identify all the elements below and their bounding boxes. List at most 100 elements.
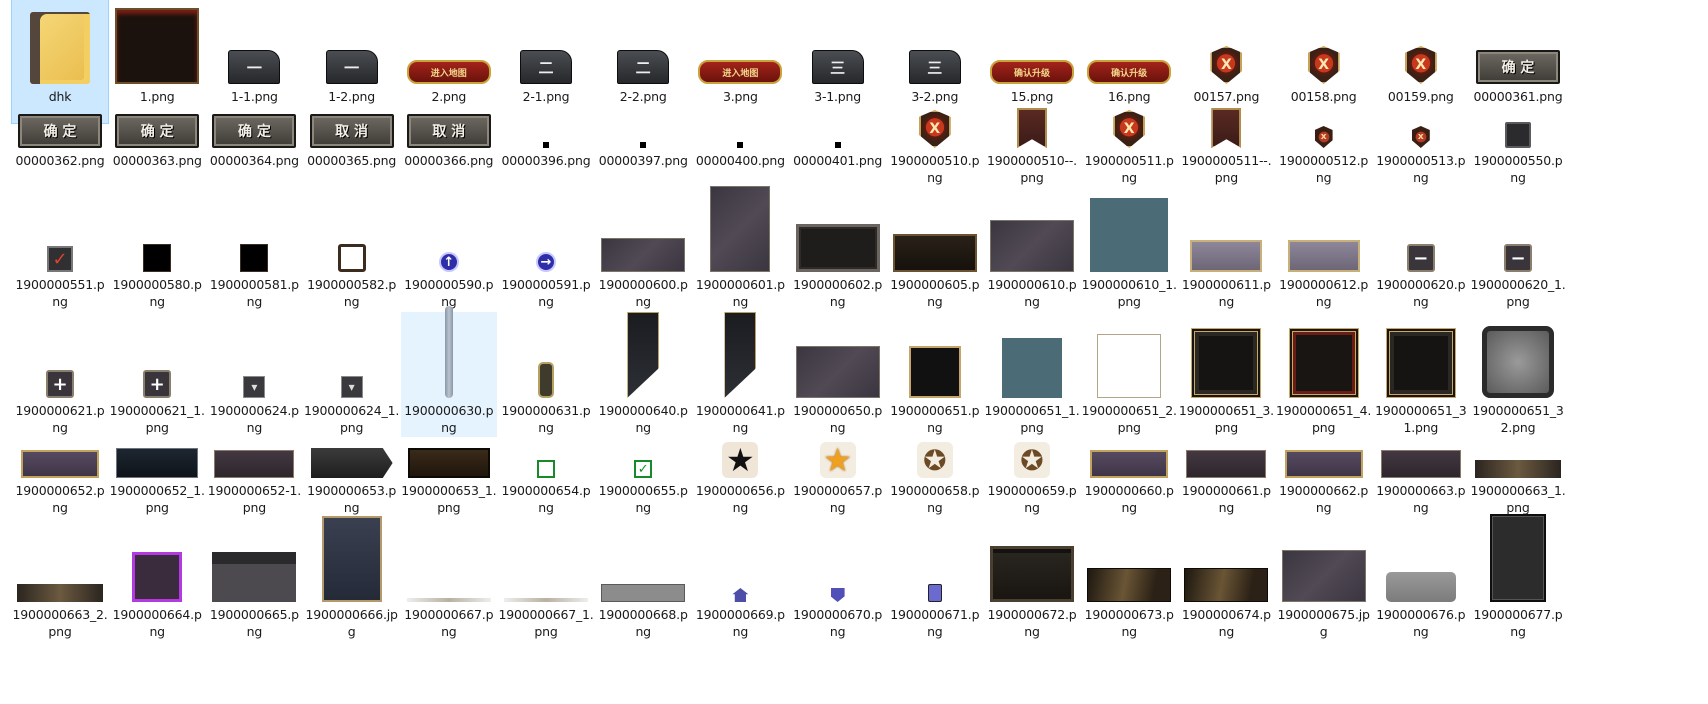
file-item[interactable]: 1900000664.png bbox=[109, 514, 205, 641]
file-item[interactable]: 1900000651_3.png bbox=[1178, 312, 1274, 437]
file-item[interactable]: 1900000610.png bbox=[984, 186, 1080, 311]
file-item[interactable]: 00000396.png bbox=[498, 112, 594, 187]
file-item[interactable]: − 1900000620.png bbox=[1373, 186, 1469, 311]
file-item[interactable]: 1900000651_2.png bbox=[1081, 312, 1177, 437]
file-item[interactable]: 1900000674.png bbox=[1178, 514, 1274, 641]
file-item[interactable]: 1900000640.png bbox=[595, 312, 691, 437]
file-item[interactable]: 进入地图 2.png bbox=[401, 0, 497, 123]
file-item[interactable]: 00000397.png bbox=[595, 112, 691, 187]
file-item[interactable]: X 00159.png bbox=[1373, 0, 1469, 123]
file-item[interactable]: 1900000600.png bbox=[595, 186, 691, 311]
file-item[interactable]: 1900000663_1.png bbox=[1470, 440, 1566, 517]
file-item[interactable]: X 00158.png bbox=[1276, 0, 1372, 123]
file-item[interactable]: 1900000652.png bbox=[12, 440, 108, 517]
file-item[interactable]: 1900000671.png bbox=[887, 514, 983, 641]
file-item[interactable]: 1900000641.png bbox=[692, 312, 788, 437]
file-item[interactable]: 1900000670.png bbox=[790, 514, 886, 641]
file-item[interactable]: ✪ 1900000659.png bbox=[984, 440, 1080, 517]
file-item[interactable]: 1900000667.png bbox=[401, 514, 497, 641]
file-item[interactable]: 1900000661.png bbox=[1178, 440, 1274, 517]
file-item[interactable]: 00000400.png bbox=[692, 112, 788, 187]
file-item[interactable]: 00000401.png bbox=[790, 112, 886, 187]
file-item[interactable]: 1900000652-1.png bbox=[206, 440, 302, 517]
file-item[interactable]: 三 3-1.png bbox=[790, 0, 886, 123]
file-item[interactable]: 确 定 00000361.png bbox=[1470, 0, 1566, 123]
file-item[interactable]: 1900000660.png bbox=[1081, 440, 1177, 517]
file-item[interactable]: 1900000663_2.png bbox=[12, 514, 108, 641]
file-item[interactable]: x 1900000512.png bbox=[1276, 112, 1372, 187]
file-item[interactable]: 一 1-1.png bbox=[206, 0, 302, 123]
file-item[interactable]: ★ 1900000657.png bbox=[790, 440, 886, 517]
file-item[interactable]: x 1900000513.png bbox=[1373, 112, 1469, 187]
file-item[interactable]: ✓ 1900000551.png bbox=[12, 186, 108, 311]
file-item[interactable]: 1.png bbox=[109, 0, 205, 123]
file-item[interactable]: 1900000663.png bbox=[1373, 440, 1469, 517]
file-item[interactable]: ✪ 1900000658.png bbox=[887, 440, 983, 517]
file-item[interactable]: 确认升级 16.png bbox=[1081, 0, 1177, 123]
file-item[interactable]: +1900000621.png bbox=[12, 312, 108, 437]
file-item[interactable]: 1900000652_1.png bbox=[109, 440, 205, 517]
file-item[interactable]: 三 3-2.png bbox=[887, 0, 983, 123]
file-item[interactable]: 进入地图 3.png bbox=[692, 0, 788, 123]
file-item[interactable]: 1900000580.png bbox=[109, 186, 205, 311]
file-item[interactable]: 1900000675.jpg bbox=[1276, 514, 1372, 641]
file-item[interactable]: X 1900000511.png bbox=[1081, 110, 1177, 187]
file-item[interactable]: X 00157.png bbox=[1178, 0, 1274, 123]
file-item[interactable]: dhk bbox=[11, 0, 109, 124]
file-item[interactable]: 取 消 00000366.png bbox=[401, 112, 497, 187]
file-item[interactable]: 1900000582.png bbox=[304, 186, 400, 311]
file-item[interactable]: 1900000630.png bbox=[400, 306, 497, 437]
file-item[interactable]: 1900000666.jpg bbox=[304, 514, 400, 641]
file-item[interactable]: +1900000621_1.png bbox=[109, 312, 205, 437]
file-item[interactable]: 1900000665.png bbox=[206, 514, 302, 641]
file-item[interactable]: 1900000651.png bbox=[887, 312, 983, 437]
file-item[interactable]: 1900000601.png bbox=[692, 186, 788, 311]
file-name-label: 1900000611.png bbox=[1181, 277, 1271, 309]
file-item[interactable]: 1900000662.png bbox=[1276, 440, 1372, 517]
file-item[interactable]: X 1900000510.png bbox=[887, 110, 983, 187]
file-item[interactable]: 1900000651_1.png bbox=[984, 312, 1080, 437]
file-item[interactable]: 1900000672.png bbox=[984, 514, 1080, 641]
file-item[interactable]: ★ 1900000656.png bbox=[692, 440, 788, 517]
file-item[interactable]: ▾ 1900000624.png bbox=[206, 312, 302, 437]
file-item[interactable]: 1900000653_1.png bbox=[401, 440, 497, 517]
file-item[interactable]: 1900000668.png bbox=[595, 514, 691, 641]
purple-bar-thumb bbox=[1276, 440, 1372, 478]
file-item[interactable]: → 1900000591.png bbox=[498, 186, 594, 311]
file-item[interactable]: 1900000676.png bbox=[1373, 514, 1469, 641]
file-item[interactable]: 1900000651_31.png bbox=[1373, 312, 1469, 437]
file-item[interactable]: ✓ 1900000655.png bbox=[595, 440, 691, 517]
file-item[interactable]: 1900000667_1.png bbox=[498, 514, 594, 641]
file-item[interactable]: 1900000653.png bbox=[304, 440, 400, 517]
file-item[interactable]: 1900000677.png bbox=[1470, 514, 1566, 641]
file-item[interactable]: − 1900000620_1.png bbox=[1470, 186, 1566, 311]
file-item[interactable]: 一 1-2.png bbox=[304, 0, 400, 123]
file-item[interactable]: 取 消 00000365.png bbox=[304, 112, 400, 187]
file-item[interactable]: 1900000651_4.png bbox=[1276, 312, 1372, 437]
file-item[interactable]: 1900000581.png bbox=[206, 186, 302, 311]
file-item[interactable]: 1900000654.png bbox=[498, 440, 594, 517]
file-item[interactable]: 1900000550.png bbox=[1470, 112, 1566, 187]
file-item[interactable]: 1900000651_32.png bbox=[1470, 312, 1566, 437]
file-name-label: 00000363.png bbox=[112, 153, 202, 168]
file-item[interactable]: 1900000669.png bbox=[692, 514, 788, 641]
file-item[interactable]: 1900000602.png bbox=[790, 186, 886, 311]
file-item[interactable]: 1900000611.png bbox=[1178, 186, 1274, 311]
file-item[interactable]: 二 2-2.png bbox=[595, 0, 691, 123]
file-item[interactable]: 确认升级 15.png bbox=[984, 0, 1080, 123]
file-item[interactable]: 1900000612.png bbox=[1276, 186, 1372, 311]
file-item[interactable]: ↑ 1900000590.png bbox=[401, 186, 497, 311]
file-item[interactable]: 确 定 00000364.png bbox=[206, 112, 302, 187]
file-item[interactable]: 1900000511--.png bbox=[1178, 108, 1274, 187]
file-item[interactable]: 二 2-1.png bbox=[498, 0, 594, 123]
file-item[interactable]: ▾ 1900000624_1.png bbox=[304, 312, 400, 437]
file-item[interactable]: 1900000605.png bbox=[887, 186, 983, 311]
file-item[interactable]: 1900000673.png bbox=[1081, 514, 1177, 641]
file-item[interactable]: 1900000650.png bbox=[790, 312, 886, 437]
file-item[interactable]: 1900000610_1.png bbox=[1081, 186, 1177, 311]
shield-x-thumb: X bbox=[1276, 0, 1372, 84]
file-item[interactable]: 1900000510--.png bbox=[984, 108, 1080, 187]
file-item[interactable]: 确 定 00000363.png bbox=[109, 112, 205, 187]
file-item[interactable]: 确 定 00000362.png bbox=[12, 112, 108, 187]
file-item[interactable]: 1900000631.png bbox=[498, 312, 594, 437]
